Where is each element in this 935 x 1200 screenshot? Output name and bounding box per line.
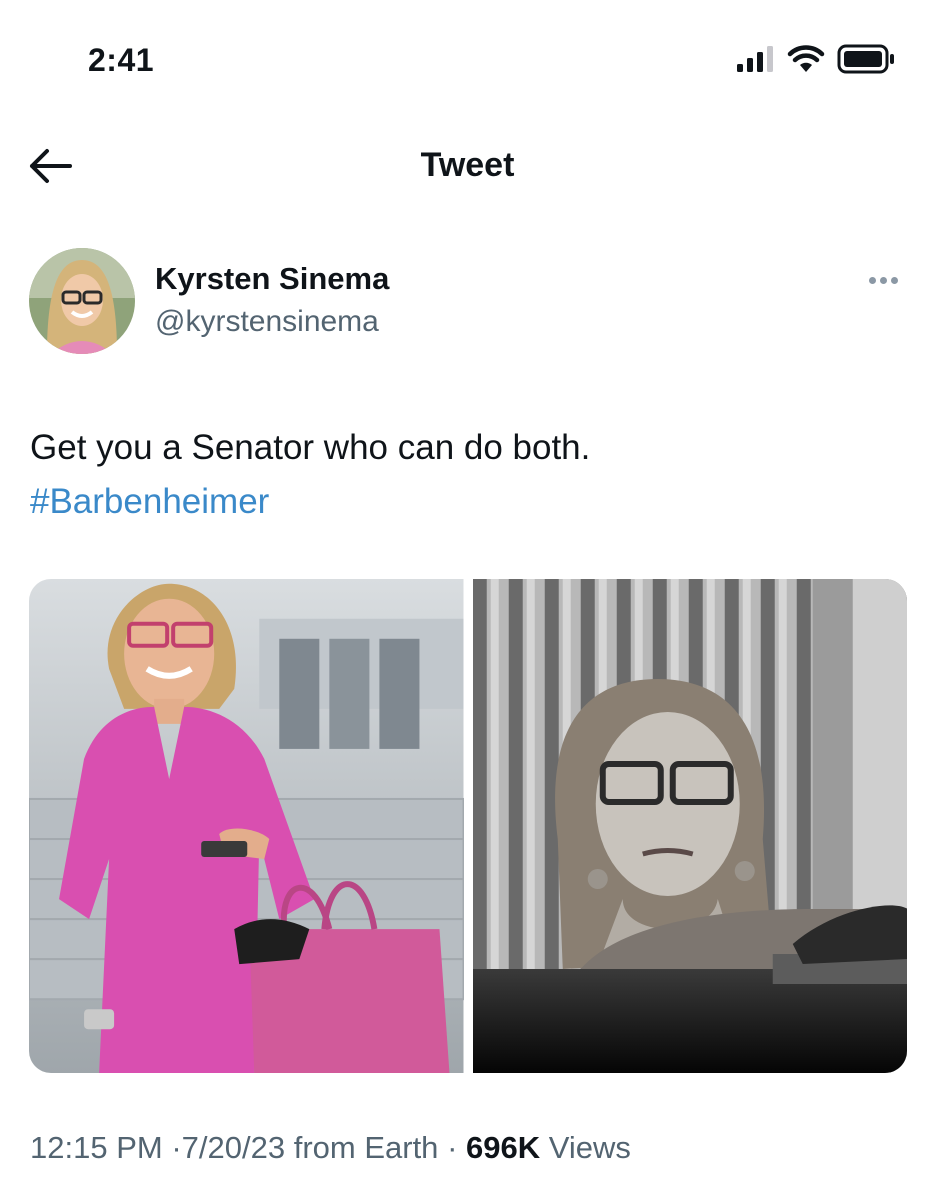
views-label[interactable]: Views (549, 1130, 631, 1165)
more-options-button[interactable] (861, 268, 905, 292)
battery-icon (837, 44, 894, 74)
tweet-time: 12:15 PM (30, 1130, 163, 1165)
author-handle[interactable]: @kyrstensinema (155, 305, 379, 339)
cellular-signal-icon (737, 46, 773, 72)
more-dot-icon (868, 276, 876, 284)
status-icons (737, 44, 895, 74)
meta-separator: · (447, 1130, 458, 1165)
photo-pink-dress[interactable] (29, 579, 464, 1073)
status-time: 2:41 (88, 42, 155, 78)
wifi-icon (787, 45, 825, 72)
page-title: Tweet (420, 146, 515, 184)
avatar[interactable] (29, 248, 135, 354)
photo-black-and-white[interactable] (472, 579, 907, 1073)
more-dot-icon (890, 276, 898, 284)
tweet-body: Get you a Senator who can do both. (30, 428, 591, 467)
tweet-date: 7/20/23 (181, 1130, 286, 1165)
tweet-source: from Earth (293, 1130, 439, 1165)
tweet-media (29, 579, 907, 1073)
more-dot-icon (879, 276, 887, 284)
author-name[interactable]: Kyrsten Sinema (155, 261, 389, 297)
views-count[interactable]: 696K (466, 1130, 540, 1165)
hashtag-link[interactable]: #Barbenheimer (30, 475, 269, 529)
tweet-meta: 12:15 PM ·7/20/23 from Earth · 696K View… (30, 1130, 631, 1166)
tweet-text: Get you a Senator who can do both. #Barb… (30, 421, 900, 529)
meta-separator: · (171, 1130, 182, 1165)
